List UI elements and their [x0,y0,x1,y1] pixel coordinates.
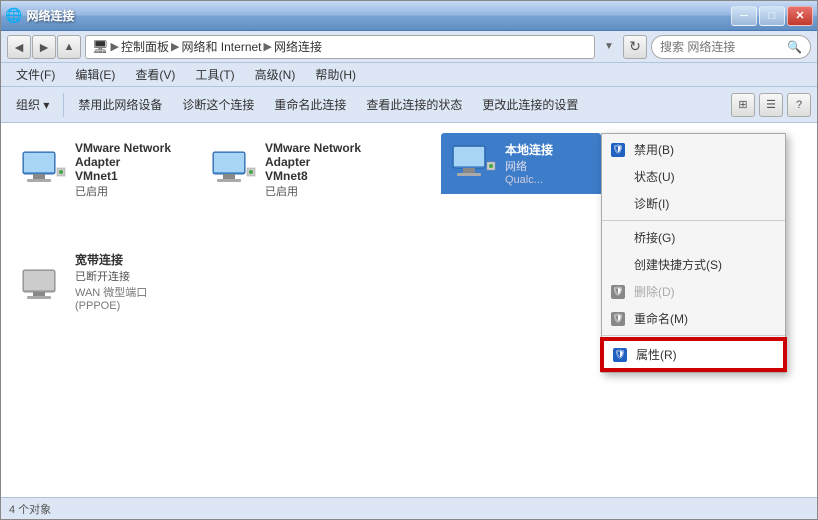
context-menu-status[interactable]: 状态(U) [602,163,785,190]
menu-help[interactable]: 帮助(H) [306,61,365,89]
network-icon-local [449,144,497,184]
search-input[interactable] [660,40,783,54]
path-network-internet[interactable]: 网络和 Internet [181,38,261,55]
window-icon: 🌐 [5,7,22,24]
shortcut-icon [610,257,626,273]
vmnet1-name2: VMnet1 [75,169,183,183]
up-button[interactable]: ▲ [57,35,81,59]
context-menu-properties[interactable]: 🛡 属性(R) [602,339,785,370]
path-control-panel[interactable]: 控制面板 [121,38,169,55]
local-connection-area: 本地连接 网络 Qualc... 🛡 禁用(B) 状态(U) [441,133,601,194]
rename-label: 重命名(M) [634,310,769,327]
change-settings-button[interactable]: 更改此连接的设置 [473,91,587,119]
network-item-local[interactable]: 本地连接 网络 Qualc... [441,133,601,194]
menu-tools[interactable]: 工具(T) [186,61,243,89]
context-menu-bridge[interactable]: 桥接(G) [602,224,785,251]
rename-button[interactable]: 重命名此连接 [265,91,355,119]
context-menu-shortcut[interactable]: 创建快捷方式(S) [602,251,785,278]
diagnose-icon [610,196,626,212]
context-menu-delete: 🛡 删除(D) [602,278,785,305]
local-name: 本地连接 [505,141,553,158]
addressbar: ◄ ► ▲ 🖥 ▶ 控制面板 ▶ 网络和 Internet ▶ 网络连接 ▼ ↻… [1,31,817,63]
view-toggle-button[interactable]: ⊞ [731,93,755,117]
broadband-type: WAN 微型端口 (PPPOE) [75,284,183,312]
network-item-vmnet1[interactable]: VMware Network Adapter VMnet1 已启用 [11,133,191,207]
network-icon-vmnet8 [209,150,257,190]
path-separator-2: ▶ [171,40,179,53]
search-box[interactable]: 🔍 [651,35,811,59]
status-icon [610,169,626,185]
address-dropdown[interactable]: ▼ [599,36,619,58]
shield-icon-delete: 🛡 [610,284,626,300]
vmnet8-status: 已启用 [265,183,373,199]
minimize-button[interactable]: ─ [731,6,757,26]
shortcut-label: 创建快捷方式(S) [634,256,769,273]
forward-button[interactable]: ► [32,35,56,59]
broadband-status: 已断开连接 [75,268,183,284]
main-window: 🌐 网络连接 ─ □ ✕ ◄ ► ▲ 🖥 ▶ 控制面板 ▶ 网络和 Intern… [0,0,818,520]
path-icon: 🖥 [92,39,109,55]
back-button[interactable]: ◄ [7,35,31,59]
toolbar: 组织 ▾ 禁用此网络设备 诊断这个连接 重命名此连接 查看此连接的状态 更改此连… [1,87,817,123]
context-menu: 🛡 禁用(B) 状态(U) 诊断(I) 桥接(G) [601,133,786,373]
context-sep-1 [602,220,785,221]
menubar: 文件(F) 编辑(E) 查看(V) 工具(T) 高级(N) 帮助(H) [1,63,817,87]
view-list-button[interactable]: ☰ [759,93,783,117]
search-icon: 🔍 [787,40,802,54]
bridge-label: 桥接(G) [634,229,769,246]
close-button[interactable]: ✕ [787,6,813,26]
shield-icon-properties: 🛡 [612,347,628,363]
refresh-button[interactable]: ↻ [623,35,647,59]
titlebar-buttons: ─ □ ✕ [731,6,813,26]
titlebar-left: 🌐 网络连接 [5,7,74,24]
menu-advanced[interactable]: 高级(N) [246,61,305,89]
help-button[interactable]: ? [787,93,811,117]
status-text: 4 个对象 [9,501,51,517]
context-menu-disable[interactable]: 🛡 禁用(B) [602,136,785,163]
menu-view[interactable]: 查看(V) [126,61,184,89]
context-sep-2 [602,335,785,336]
window-title: 网络连接 [26,7,74,24]
menu-file[interactable]: 文件(F) [7,61,64,89]
network-icon-broadband [19,262,67,302]
disable-label: 禁用(B) [634,141,769,158]
shield-icon-disable: 🛡 [610,142,626,158]
vmnet8-name: VMware Network Adapter [265,141,373,169]
local-status: 网络 [505,158,553,174]
vmnet1-status: 已启用 [75,183,183,199]
diagnose-label: 诊断(I) [634,195,769,212]
maximize-button[interactable]: □ [759,6,785,26]
titlebar: 🌐 网络连接 ─ □ ✕ [1,1,817,31]
status-label: 状态(U) [634,168,769,185]
toolbar-sep-1 [63,93,64,117]
path-separator-1: ▶ [111,40,119,53]
address-path[interactable]: 🖥 ▶ 控制面板 ▶ 网络和 Internet ▶ 网络连接 [85,35,595,59]
bridge-icon [610,230,626,246]
statusbar: 4 个对象 [1,497,817,519]
toolbar-right: ⊞ ☰ ? [731,93,811,117]
context-menu-rename[interactable]: 🛡 重命名(M) [602,305,785,332]
local-type: Qualc... [505,174,553,186]
broadband-name: 宽带连接 [75,251,183,268]
network-item-vmnet8[interactable]: VMware Network Adapter VMnet8 已启用 [201,133,381,207]
path-network-connections[interactable]: 网络连接 [274,38,322,55]
network-item-broadband[interactable]: 宽带连接 已断开连接 WAN 微型端口 (PPPOE) [11,243,191,320]
network-icon-vmnet1 [19,150,67,190]
organize-button[interactable]: 组织 ▾ [7,91,58,119]
vmnet1-name: VMware Network Adapter [75,141,183,169]
context-menu-diagnose[interactable]: 诊断(I) [602,190,785,217]
menu-edit[interactable]: 编辑(E) [66,61,124,89]
disable-device-button[interactable]: 禁用此网络设备 [69,91,171,119]
main-area: VMware Network Adapter VMnet1 已启用 [1,123,817,497]
nav-buttons: ◄ ► ▲ [7,35,81,59]
shield-icon-rename: 🛡 [610,311,626,327]
path-separator-3: ▶ [264,40,272,53]
diagnose-button[interactable]: 诊断这个连接 [173,91,263,119]
properties-label: 属性(R) [636,346,767,363]
delete-label: 删除(D) [634,283,769,300]
vmnet8-name2: VMnet8 [265,169,373,183]
view-status-button[interactable]: 查看此连接的状态 [357,91,471,119]
